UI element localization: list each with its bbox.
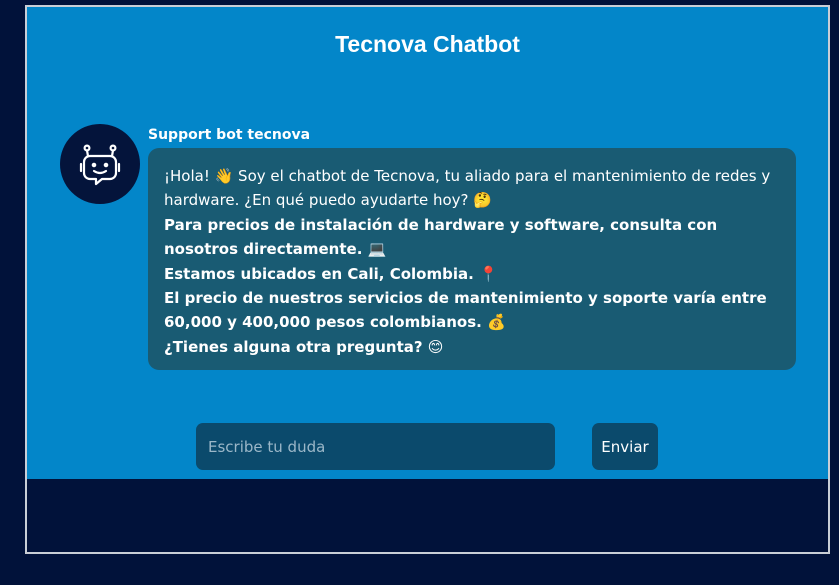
robot-face-icon [79,144,121,186]
bot-message-bubble: ¡Hola! 👋 Soy el chatbot de Tecnova, tu a… [148,148,796,370]
message-line: Para precios de instalación de hardware … [164,215,718,259]
message-line: Estamos ubicados en Cali, Colombia. 📍 [164,264,498,283]
message-input[interactable] [196,423,555,470]
message-line: ¿Tienes alguna otra pregunta? 😊 [164,337,444,356]
page-title: Tecnova Chatbot [335,31,520,57]
message-line: ¡Hola! 👋 Soy el chatbot de Tecnova, tu a… [164,167,771,210]
app-frame: Tecnova Chatbot Support bot tecnova ¡Hol… [25,5,830,554]
bot-name: Support bot tecnova [148,127,311,143]
bot-avatar [60,124,140,204]
message-line: El precio de nuestros servicios de mante… [164,289,767,332]
send-button[interactable]: Enviar [592,423,658,470]
chat-panel: Tecnova Chatbot Support bot tecnova ¡Hol… [27,7,828,479]
